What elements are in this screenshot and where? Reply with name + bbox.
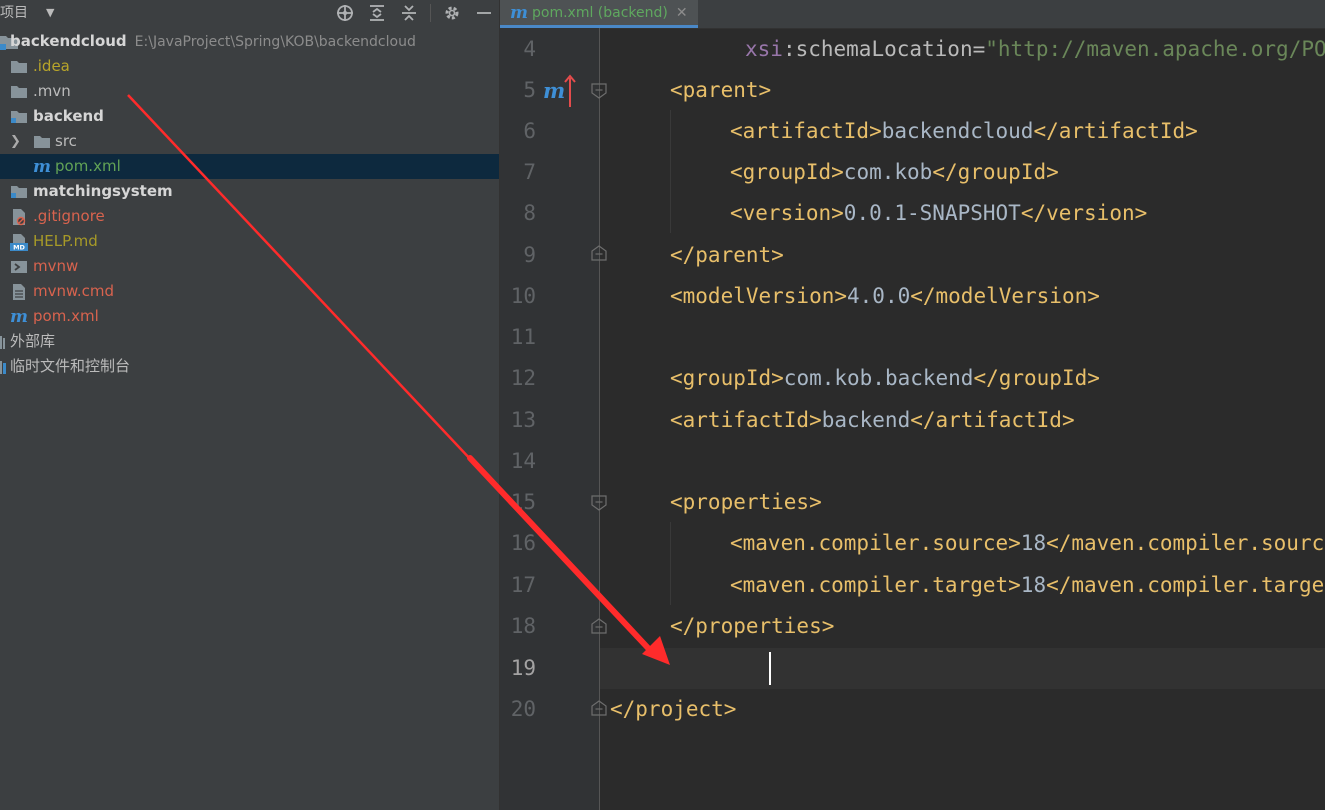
tree-item-gitignore[interactable]: .gitignore <box>0 204 499 229</box>
line-number: 9 <box>523 243 536 267</box>
folder-icon <box>34 136 50 148</box>
chevron-right-icon[interactable]: ❯ <box>10 129 21 154</box>
code-line-16: <maven.compiler.source>18</maven.compile… <box>730 531 1325 555</box>
folder-icon <box>11 61 27 73</box>
text-file-icon <box>13 284 25 300</box>
minimize-icon[interactable] <box>472 1 496 25</box>
maven-icon: m <box>510 2 528 23</box>
tree-item-idea[interactable]: .idea <box>0 54 499 79</box>
editor-tabbar: m pom.xml (backend) ✕ <box>500 0 1325 29</box>
tree-item-label: .mvn <box>33 82 71 100</box>
tree-item-mvn[interactable]: .mvn <box>0 79 499 104</box>
line-number: 5 <box>523 78 536 102</box>
code-line-18: </properties> <box>670 614 835 638</box>
tree-item-label: 外部库 <box>10 332 56 350</box>
code-editor[interactable]: xsi:schemaLocation="http://maven.apache.… <box>600 28 1325 810</box>
markdown-file-icon: MD <box>10 234 28 252</box>
line-number: 13 <box>510 408 536 432</box>
line-number: 7 <box>523 160 536 184</box>
code-line-12: <groupId>com.kob.backend</groupId> <box>670 366 1100 390</box>
code-line-17: <maven.compiler.target>18</maven.compile… <box>730 573 1325 597</box>
gear-icon[interactable] <box>440 1 464 25</box>
tree-item-backend[interactable]: backend <box>0 104 499 129</box>
text-caret <box>769 652 771 685</box>
tree-item-label: backend <box>33 107 104 125</box>
tree-item-backendcloud[interactable]: backendcloud E:\JavaProject\Spring\KOB\ba… <box>0 29 499 54</box>
indent-guide <box>670 110 671 233</box>
tree-item-src[interactable]: ❯ src <box>0 129 499 154</box>
code-line-5: <parent> <box>670 78 772 102</box>
tree-item-label: .idea <box>33 57 70 75</box>
code-line-7: <groupId>com.kob</groupId> <box>730 160 1059 184</box>
line-number: 14 <box>510 449 536 473</box>
tree-item-label: mvnw.cmd <box>33 282 115 300</box>
shell-script-icon <box>11 261 27 273</box>
line-number: 6 <box>523 119 536 143</box>
line-number: 12 <box>510 366 536 390</box>
line-number: 15 <box>510 490 536 514</box>
code-line-4: xsi:schemaLocation="http://maven.apache.… <box>745 37 1325 61</box>
line-number: 17 <box>510 573 536 597</box>
collapse-all-icon[interactable] <box>397 1 421 25</box>
tree-item-scratches[interactable]: 临时文件和控制台 <box>0 354 499 379</box>
indent-guide <box>670 522 671 605</box>
tree-item-mvnw-cmd[interactable]: mvnw.cmd <box>0 279 499 304</box>
tree-item-label: pom.xml <box>33 307 99 325</box>
tree-item-matchingsystem[interactable]: matchingsystem <box>0 179 499 204</box>
header-divider <box>430 4 431 22</box>
module-folder-icon <box>11 111 27 123</box>
tree-item-root-pom[interactable]: m pom.xml <box>0 304 499 329</box>
tree-item-label: pom.xml <box>55 157 121 175</box>
tree-item-label: backendcloud <box>10 32 127 50</box>
tree-item-label: .gitignore <box>33 207 105 225</box>
tree-item-label: mvnw <box>33 257 79 275</box>
project-path: E:\JavaProject\Spring\KOB\backendcloud <box>134 34 416 50</box>
project-panel: 项目 ▼ backendcloud E:\JavaProject\Spring\K… <box>0 0 500 810</box>
code-line-9: </parent> <box>670 243 784 267</box>
panel-title[interactable]: 项目 <box>0 5 28 21</box>
chevron-down-icon[interactable]: ▼ <box>46 6 54 19</box>
line-number: 18 <box>510 614 536 638</box>
tree-item-label: 临时文件和控制台 <box>10 357 131 375</box>
expand-all-icon[interactable] <box>365 1 389 25</box>
locate-icon[interactable] <box>333 1 357 25</box>
maven-icon: m <box>10 307 28 327</box>
tree-item-backend-pom[interactable]: m pom.xml <box>0 154 499 179</box>
maven-icon: m <box>33 157 51 177</box>
tree-item-mvnw[interactable]: mvnw <box>0 254 499 279</box>
tab-pom-xml-backend[interactable]: m pom.xml (backend) ✕ <box>500 0 698 28</box>
editor-area: m pom.xml (backend) ✕ 4 5 6 7 8 9 10 11 … <box>500 0 1325 810</box>
tree-item-label: HELP.md <box>33 232 98 250</box>
tree-item-external-libraries[interactable]: 外部库 <box>0 329 499 354</box>
line-number: 16 <box>510 531 536 555</box>
line-number-active: 19 <box>510 656 536 680</box>
arrow-up-icon[interactable] <box>564 73 576 107</box>
panel-header: 项目 ▼ <box>0 0 499 26</box>
code-line-15: <properties> <box>670 490 822 514</box>
ignore-file-icon <box>13 209 26 226</box>
line-number: 20 <box>510 697 536 721</box>
line-number: 4 <box>523 37 536 61</box>
line-number: 10 <box>510 284 536 308</box>
current-line-highlight <box>600 648 1325 689</box>
code-line-6: <artifactId>backendcloud</artifactId> <box>730 119 1198 143</box>
line-number: 8 <box>523 201 536 225</box>
code-line-20: </project> <box>610 697 737 721</box>
md-badge-text: MD <box>13 244 25 252</box>
module-folder-icon <box>11 186 27 198</box>
code-line-13: <artifactId>backend</artifactId> <box>670 408 1075 432</box>
maven-parent-marker[interactable]: m <box>543 80 565 102</box>
code-line-8: <version>0.0.1-SNAPSHOT</version> <box>730 201 1148 225</box>
code-line-10: <modelVersion>4.0.0</modelVersion> <box>670 284 1100 308</box>
tree-item-label: src <box>55 132 77 150</box>
line-number-gutter[interactable]: 4 5 6 7 8 9 10 11 12 13 14 15 16 17 18 1… <box>500 28 607 810</box>
tree-item-label: matchingsystem <box>33 182 173 200</box>
line-number: 11 <box>510 325 536 349</box>
tab-label: pom.xml (backend) <box>532 4 668 21</box>
close-icon[interactable]: ✕ <box>676 5 688 21</box>
tree-item-help-md[interactable]: MD HELP.md <box>0 229 499 254</box>
folder-icon <box>11 86 27 98</box>
